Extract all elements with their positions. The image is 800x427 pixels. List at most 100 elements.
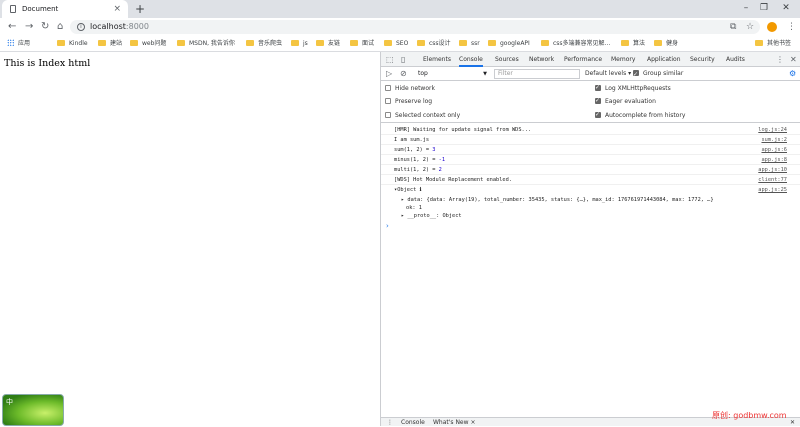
menu-icon[interactable]: ⋮ — [787, 21, 796, 33]
checkbox-icon — [595, 96, 601, 106]
source-link[interactable]: client:77 — [758, 175, 787, 185]
hide-network-option[interactable]: Hide network — [385, 84, 435, 94]
bookmark-other[interactable]: 其他书签 — [755, 36, 791, 52]
tab-title: Document — [22, 5, 59, 13]
folder-icon — [417, 40, 425, 46]
floating-widget[interactable]: 中 — [2, 394, 64, 426]
document-icon — [10, 5, 16, 13]
folder-icon — [246, 40, 254, 46]
bookmark-item[interactable]: 友链 — [316, 36, 340, 52]
sidebar-toggle-icon[interactable]: ▷ — [386, 67, 392, 81]
folder-icon — [130, 40, 138, 46]
object-ok-row: ok: 1 — [406, 205, 422, 211]
bookmark-item[interactable]: web问题 — [130, 36, 166, 52]
new-tab-icon[interactable]: + — [135, 0, 145, 18]
folder-icon — [654, 40, 662, 46]
avatar[interactable] — [767, 22, 777, 32]
tab-elements[interactable]: Elements — [423, 52, 451, 67]
bookmark-item[interactable]: js — [291, 36, 308, 52]
device-toggle-icon[interactable]: ▯ — [401, 52, 405, 67]
bookmark-item[interactable]: 建站 — [98, 36, 122, 52]
checkbox-icon — [385, 112, 391, 118]
bookmark-star-icon[interactable]: ☆ — [746, 21, 754, 33]
clear-console-icon[interactable]: ⊘ — [400, 67, 407, 81]
folder-icon — [621, 40, 629, 46]
inspect-icon[interactable]: ⬚ — [386, 52, 394, 67]
apps-icon — [7, 39, 14, 46]
tab-strip: Document × + – ❐ ✕ — [0, 0, 800, 18]
bookmark-item[interactable]: Kindle — [57, 36, 88, 52]
watermark: 原创: godbmw.com — [712, 411, 787, 420]
devtools-panel: ⬚ ▯ Elements Console Sources Network Per… — [380, 52, 800, 426]
tab-security[interactable]: Security — [690, 52, 715, 67]
home-icon[interactable]: ⌂ — [57, 18, 63, 36]
bookmark-item[interactable]: css设计 — [417, 36, 451, 52]
url-port: :8000 — [125, 22, 149, 31]
source-link[interactable]: log.js:24 — [758, 125, 787, 135]
tab-performance[interactable]: Performance — [564, 52, 602, 67]
object-data-row[interactable]: ▸ data: {data: Array(19), total_number: … — [401, 196, 714, 204]
address-bar[interactable]: i localhost:8000 ⧉ ☆ — [70, 20, 760, 34]
translate-icon[interactable]: ⧉ — [730, 21, 736, 33]
more-icon[interactable]: ⋮ — [776, 52, 784, 67]
console-prompt[interactable]: › — [386, 222, 389, 230]
source-link[interactable]: app.js:10 — [758, 165, 787, 175]
close-tab-icon[interactable]: × — [113, 0, 121, 18]
folder-icon — [350, 40, 358, 46]
folder-icon — [755, 40, 763, 46]
bookmarks-bar: 应用 Kindle 建站 web问题 MSDN, 我告诉你 音乐爬虫 js 友链… — [0, 36, 800, 52]
url-host: localhost — [90, 22, 126, 31]
minimize-icon[interactable]: – — [737, 0, 755, 16]
bookmark-item[interactable]: googleAPI — [488, 36, 530, 52]
bookmark-item[interactable]: css多端兼容常见解… — [541, 36, 611, 52]
page-text: This is Index html — [4, 58, 91, 69]
folder-icon — [98, 40, 106, 46]
filter-input[interactable]: Filter — [494, 69, 580, 79]
bookmark-apps[interactable]: 应用 — [7, 36, 30, 52]
reload-icon[interactable]: ↻ — [41, 18, 49, 36]
bookmark-item[interactable]: 音乐爬虫 — [246, 36, 282, 52]
forward-icon[interactable]: → — [25, 18, 33, 36]
tab-memory[interactable]: Memory — [611, 52, 635, 67]
source-link[interactable]: sum.js:2 — [761, 135, 787, 145]
console-settings: Hide network Preserve log Selected conte… — [381, 81, 800, 123]
tab-console[interactable]: Console — [459, 52, 483, 67]
bookmark-item[interactable]: MSDN, 我告诉你 — [177, 36, 235, 52]
autocomplete-option[interactable]: Autocomplete from history — [595, 110, 685, 121]
group-similar-checkbox[interactable]: Group similar — [633, 67, 683, 82]
tab-network[interactable]: Network — [529, 52, 554, 67]
folder-icon — [459, 40, 467, 46]
widget-label: 中 — [6, 398, 13, 406]
checkbox-icon — [595, 110, 601, 120]
tab-application[interactable]: Application — [647, 52, 681, 67]
eager-eval-option[interactable]: Eager evaluation — [595, 96, 656, 107]
levels-dropdown[interactable]: Default levels ▾ — [585, 67, 631, 81]
toolbar: ← → ↻ ⌂ i localhost:8000 ⧉ ☆ ⋮ — [0, 18, 800, 36]
preserve-log-option[interactable]: Preserve log — [385, 97, 432, 107]
tab-audits[interactable]: Audits — [726, 52, 745, 67]
bookmark-item[interactable]: ssr — [459, 36, 480, 52]
close-window-icon[interactable]: ✕ — [777, 0, 795, 16]
selected-context-option[interactable]: Selected context only — [385, 111, 460, 121]
restore-icon[interactable]: ❐ — [755, 0, 773, 16]
source-link[interactable]: app.js:25 — [758, 185, 787, 195]
close-devtools-icon[interactable]: ✕ — [790, 52, 797, 67]
source-link[interactable]: app.js:6 — [761, 145, 787, 155]
console-object-line[interactable]: ▾Object ℹ app.js:25 — [381, 185, 800, 195]
log-xhr-option[interactable]: Log XMLHttpRequests — [595, 83, 671, 94]
tab-sources[interactable]: Sources — [495, 52, 519, 67]
console-line: minus(1, 2) = -1 app.js:8 — [381, 155, 800, 165]
folder-icon — [541, 40, 549, 46]
browser-tab[interactable]: Document × — [2, 0, 128, 18]
source-link[interactable]: app.js:8 — [761, 155, 787, 165]
gear-icon[interactable]: ⚙ — [789, 67, 796, 81]
bookmark-item[interactable]: 面试 — [350, 36, 374, 52]
object-proto-row[interactable]: ▸ __proto__: Object — [401, 212, 462, 220]
bookmark-item[interactable]: SEO — [384, 36, 408, 52]
bookmark-item[interactable]: 算法 — [621, 36, 645, 52]
bookmark-item[interactable]: 健身 — [654, 36, 678, 52]
info-icon[interactable]: i — [77, 23, 85, 31]
folder-icon — [57, 40, 65, 46]
context-select[interactable]: top ▼ — [415, 69, 489, 79]
back-icon[interactable]: ← — [8, 18, 16, 36]
